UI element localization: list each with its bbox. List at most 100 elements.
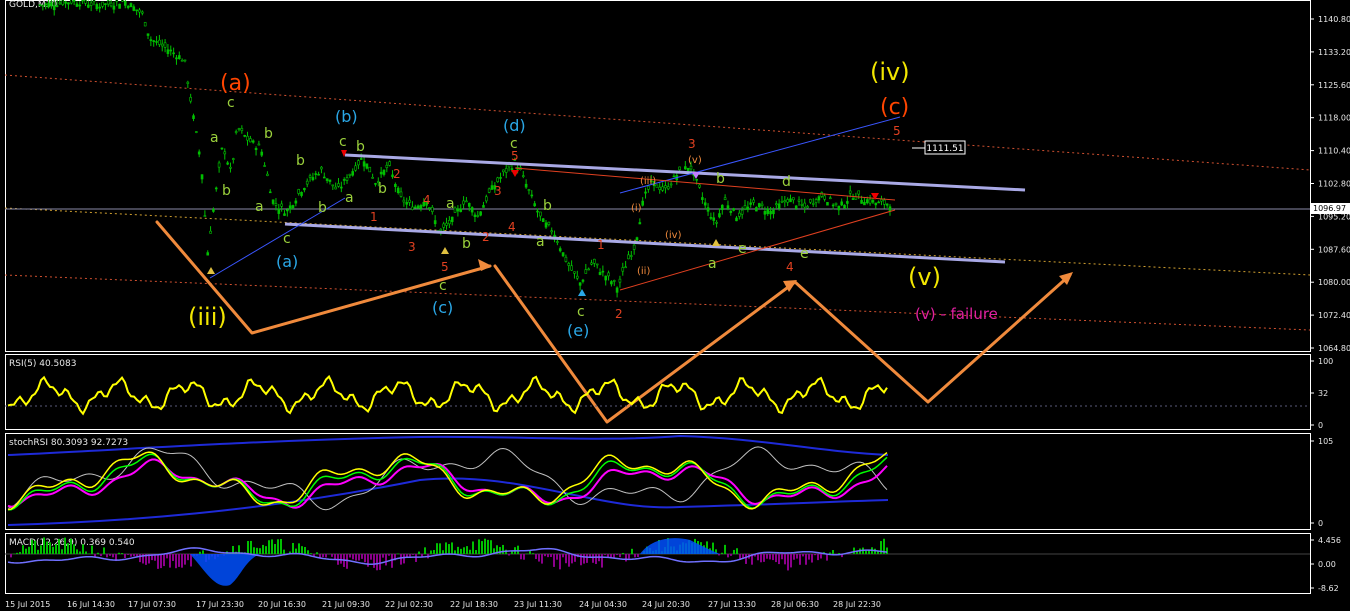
candle-body (709, 217, 713, 219)
candle-body (183, 59, 187, 62)
candle-body (630, 255, 633, 257)
macd-bar (385, 554, 387, 566)
macd-bar (298, 543, 300, 554)
candle-body (604, 275, 608, 281)
candle-body (840, 201, 843, 206)
candle-body (814, 199, 818, 203)
wave-label-iii-small: (iii) (640, 176, 656, 187)
macd-bar (502, 544, 504, 554)
macd-bar (472, 541, 474, 554)
macd-bar (16, 552, 18, 554)
macd-bar (442, 550, 444, 554)
candle-body (865, 199, 869, 204)
candle-body (595, 263, 599, 266)
candle-body (874, 202, 878, 206)
candle-body (251, 140, 255, 143)
candle-body (396, 187, 400, 193)
candle-body (826, 202, 829, 206)
candle-body (666, 186, 670, 190)
macd-bar (532, 553, 534, 554)
macd-bar (79, 551, 81, 554)
macd-bar (250, 540, 252, 554)
candle-body (405, 202, 409, 205)
macd-bar (118, 552, 120, 554)
candle-body (459, 208, 463, 212)
macd-bar (784, 554, 786, 565)
candle-body (729, 210, 733, 213)
time-tick-label: 20 Jul 16:30 (258, 600, 306, 609)
candle-body (556, 241, 559, 243)
axis-tick-label: 1118.00 (1318, 114, 1350, 123)
macd-bar (433, 549, 435, 554)
macd-bar (865, 550, 867, 554)
candle-body (271, 199, 275, 204)
macd-bar (40, 545, 42, 554)
candle-body (322, 176, 326, 179)
macd-bar (49, 542, 51, 554)
candle-body (81, 0, 84, 2)
candle-body (249, 138, 252, 143)
macd-bar (541, 554, 543, 564)
candle-body (774, 203, 778, 206)
macd-bar (736, 548, 738, 554)
candle-body (726, 205, 730, 209)
candle-body (621, 267, 625, 272)
macd-bar (70, 538, 72, 554)
macd-bar (790, 554, 792, 568)
candle-body (55, 5, 59, 7)
candle-body (67, 2, 70, 5)
candle-body (829, 197, 832, 200)
macd-bar (793, 554, 795, 560)
candle-body (794, 205, 798, 209)
macd-bar (853, 547, 855, 554)
candle-body (246, 135, 249, 141)
macd-bar (547, 554, 549, 558)
candle-body (766, 208, 770, 215)
macd-bar (400, 554, 402, 565)
candle-body (388, 161, 391, 166)
macd-bar (373, 554, 375, 568)
macd-bar (886, 547, 888, 554)
candle-body (334, 186, 337, 190)
candle-body (661, 186, 664, 191)
candle-body (544, 222, 548, 228)
candle-body (746, 206, 750, 210)
candle-body (186, 81, 190, 84)
candle-body (760, 203, 764, 206)
wave-label-v-yellow: (v) (908, 263, 941, 291)
candle-body (846, 201, 849, 204)
macd-bar (34, 540, 36, 554)
candle-body (627, 254, 630, 260)
axis-tick-label: 32 (1318, 389, 1328, 398)
candle-body (857, 190, 861, 195)
candle-body (482, 205, 485, 208)
candle-body (686, 167, 690, 172)
macd-bar (529, 550, 531, 554)
candle-body (175, 57, 178, 60)
candle-body (715, 221, 718, 224)
macd-bar (556, 554, 558, 560)
candle-body (834, 202, 838, 205)
candle-body (305, 180, 309, 185)
macd-bar (454, 550, 456, 554)
candle-body (163, 42, 167, 48)
macd-bar (568, 554, 570, 567)
candle-body (345, 177, 349, 181)
macd-bar (97, 552, 99, 554)
macd-bar (91, 545, 93, 554)
candle-body (706, 207, 710, 212)
macd-bar (508, 554, 510, 556)
macd-bar (262, 544, 264, 554)
candle-body (510, 168, 514, 171)
candle-body (112, 5, 116, 10)
candle-body (590, 262, 593, 265)
candle-body (348, 173, 352, 176)
candle-body (612, 280, 616, 282)
macd-bar (457, 546, 459, 554)
macd-bar (76, 549, 78, 554)
macd-bar (184, 554, 186, 565)
macd-bar (28, 546, 30, 554)
wave-label-a-orange: (a) (220, 71, 251, 96)
macd-bar (487, 539, 489, 554)
wave-label-iii-yellow: (iii) (188, 303, 227, 331)
